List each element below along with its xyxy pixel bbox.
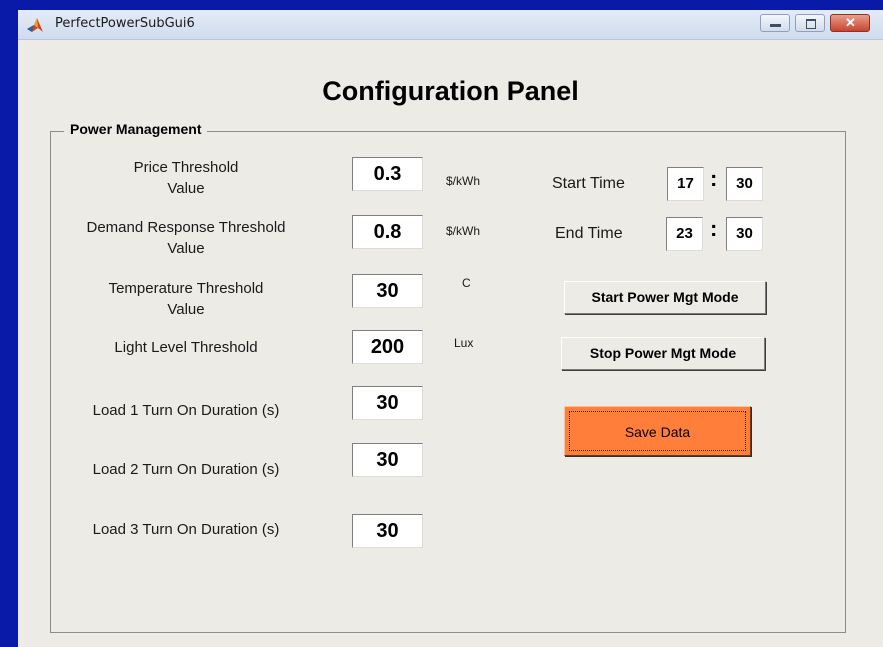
load1-duration-input[interactable]: 30 (352, 386, 423, 420)
end-time-separator: : (710, 216, 718, 241)
maximize-icon (806, 19, 816, 29)
price-threshold-label-line1: Price Threshold (133, 159, 239, 176)
minimize-button[interactable] (760, 14, 790, 32)
matlab-logo-icon (27, 18, 43, 32)
light-level-label: Light Level Threshold (114, 339, 258, 356)
minimize-icon (770, 24, 781, 27)
page-title: Configuration Panel (322, 76, 579, 106)
temperature-threshold-label-line2: Value (167, 301, 205, 318)
end-minute-input[interactable]: 30 (726, 217, 763, 251)
temperature-threshold-input[interactable]: 30 (352, 274, 423, 308)
load2-duration-input[interactable]: 30 (352, 443, 423, 477)
title-bar[interactable]: PerfectPowerSubGui6 ✕ (18, 10, 883, 40)
close-button[interactable]: ✕ (830, 14, 870, 32)
demand-response-label: Demand Response Threshold Value (58, 217, 314, 259)
start-time-separator: : (710, 166, 718, 191)
save-data-label: Save Data (569, 411, 746, 451)
demand-response-label-line1: Demand Response Threshold (86, 219, 286, 236)
end-time-label: End Time (555, 225, 623, 242)
maximize-button[interactable] (795, 14, 825, 32)
price-unit-label: $/kWh (446, 174, 481, 188)
demand-response-label-line2: Value (167, 240, 205, 257)
load1-duration-label: Load 1 Turn On Duration (s) (92, 402, 280, 419)
load2-duration-label: Load 2 Turn On Duration (s) (92, 461, 280, 478)
temperature-unit-label: C (462, 276, 471, 290)
close-icon: ✕ (845, 15, 856, 30)
price-threshold-input[interactable]: 0.3 (352, 157, 423, 191)
end-hour-input[interactable]: 23 (666, 217, 703, 251)
load3-duration-label: Load 3 Turn On Duration (s) (92, 521, 280, 538)
price-threshold-label-line2: Value (167, 180, 205, 197)
window-title: PerfectPowerSubGui6 (55, 16, 195, 31)
start-time-label: Start Time (552, 175, 625, 192)
start-power-mgt-button[interactable]: Start Power Mgt Mode (564, 281, 766, 314)
save-data-button[interactable]: Save Data (564, 406, 751, 456)
temperature-threshold-label: Temperature Threshold Value (68, 278, 304, 320)
group-title: Power Management (64, 121, 208, 137)
start-hour-input[interactable]: 17 (667, 167, 704, 201)
start-minute-input[interactable]: 30 (726, 167, 763, 201)
power-management-group (50, 131, 846, 633)
price-threshold-label: Price Threshold Value (88, 157, 284, 199)
light-level-input[interactable]: 200 (352, 330, 423, 364)
app-window: PerfectPowerSubGui6 ✕ Configuration Pane… (18, 10, 883, 647)
demand-unit-label: $/kWh (446, 224, 481, 238)
demand-response-input[interactable]: 0.8 (352, 215, 423, 249)
temperature-threshold-label-line1: Temperature Threshold (108, 280, 264, 297)
stop-power-mgt-button[interactable]: Stop Power Mgt Mode (561, 337, 765, 370)
light-unit-label: Lux (454, 336, 474, 350)
load3-duration-input[interactable]: 30 (352, 514, 423, 548)
